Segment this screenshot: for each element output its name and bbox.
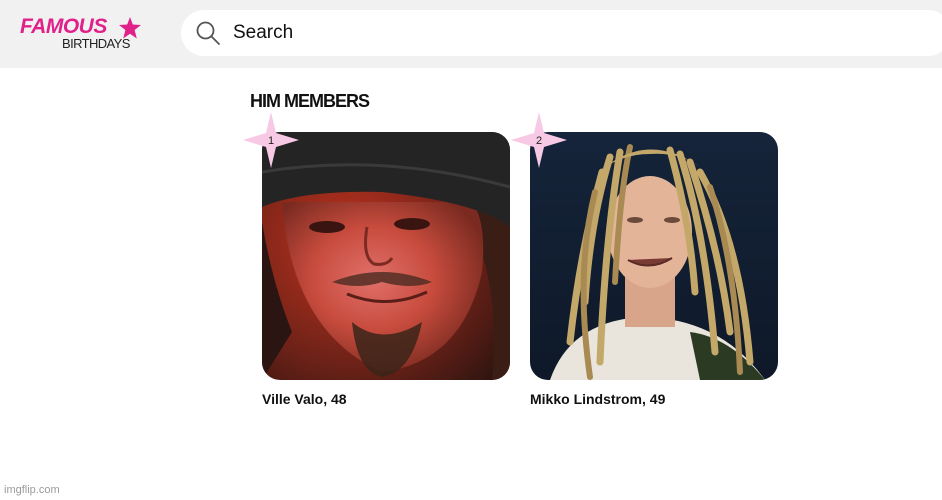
member-photo[interactable]: [530, 132, 778, 380]
top-bar: FAMOUS BIRTHDAYS: [0, 0, 942, 68]
member-photo-image: [530, 132, 778, 380]
member-photo[interactable]: [262, 132, 510, 380]
imgflip-watermark: imgflip.com: [4, 484, 60, 496]
rank-number: 1: [267, 135, 275, 147]
member-card[interactable]: 1 Ville Valo, 48: [243, 112, 515, 412]
section-title: HIM MEMBERS: [250, 91, 370, 111]
rank-number: 2: [535, 135, 543, 147]
search-input[interactable]: [233, 19, 833, 47]
famous-birthdays-logo[interactable]: FAMOUS BIRTHDAYS: [20, 15, 150, 53]
member-card[interactable]: 2 Mikko Lindstrom, 49: [511, 112, 783, 412]
member-name-link[interactable]: Ville Valo, 48: [262, 391, 347, 407]
search-icon[interactable]: [195, 20, 221, 46]
search-bar[interactable]: [181, 10, 942, 56]
member-photo-image: [262, 132, 510, 380]
logo-wordmark-birthdays: BIRTHDAYS: [62, 36, 130, 51]
member-name-link[interactable]: Mikko Lindstrom, 49: [530, 391, 665, 407]
